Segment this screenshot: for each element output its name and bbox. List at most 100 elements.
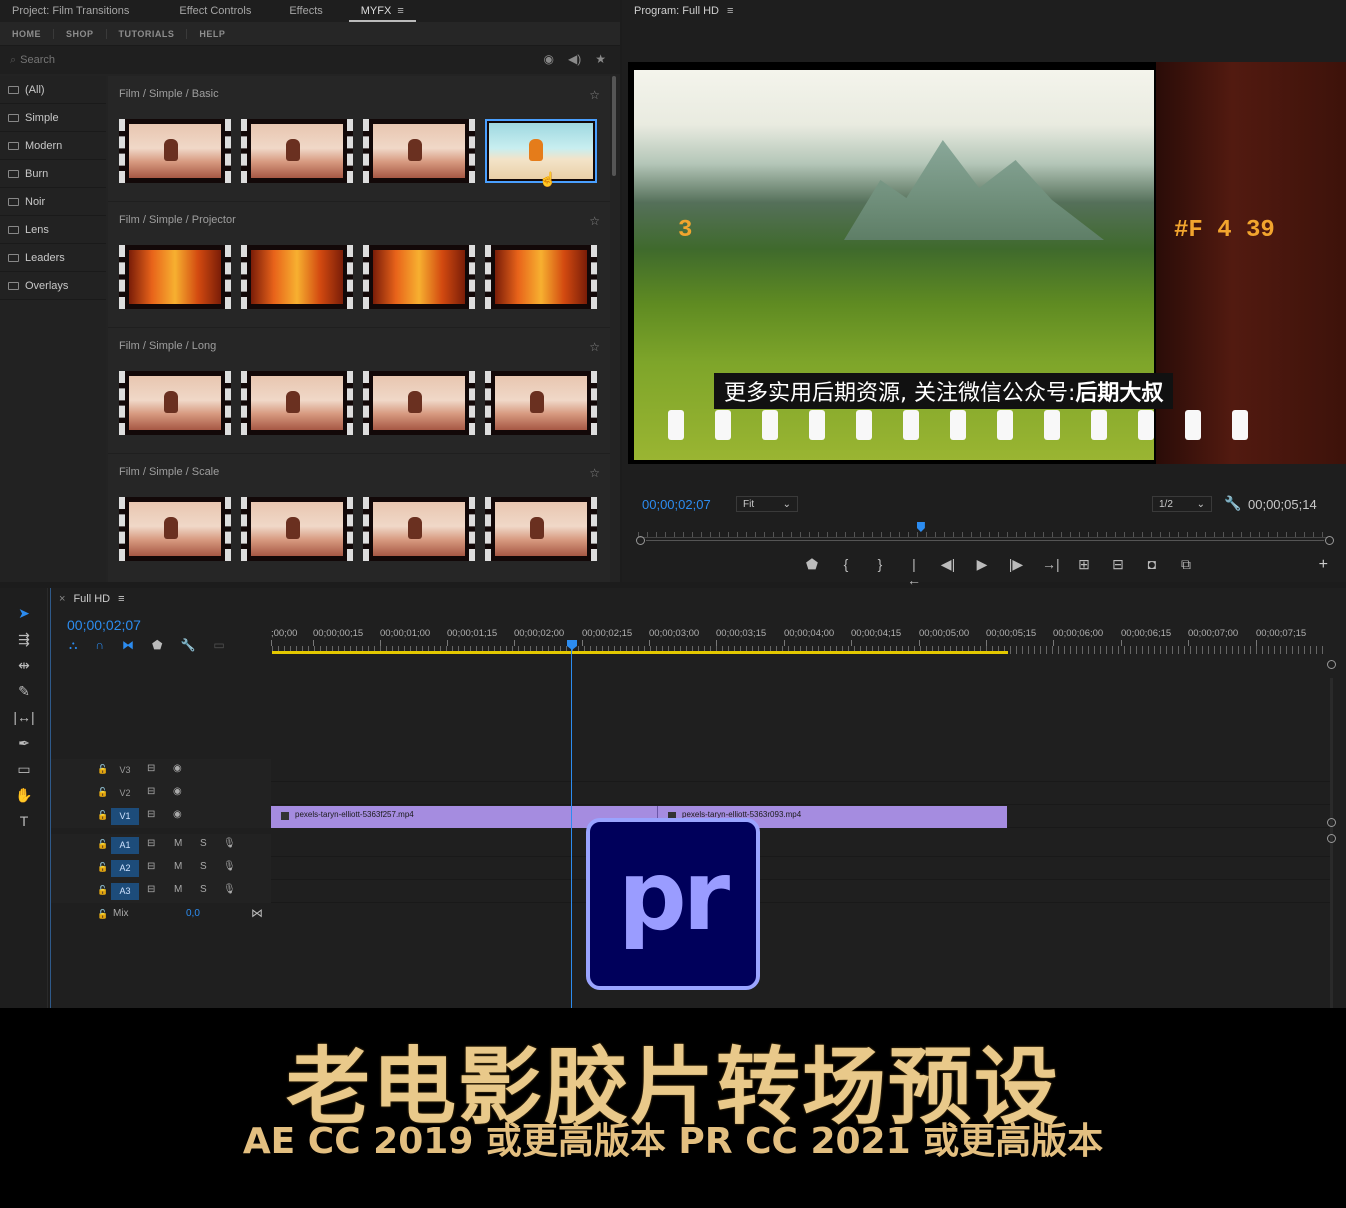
- preview-icon[interactable]: ◉: [544, 52, 554, 66]
- timeline-timecode[interactable]: 00;00;02;07: [67, 617, 141, 633]
- track-name[interactable]: V2: [111, 785, 139, 802]
- nav-shop[interactable]: SHOP: [54, 28, 107, 39]
- sound-icon[interactable]: ◀): [568, 52, 581, 66]
- mix-toggle-icon[interactable]: ⋈: [251, 906, 263, 920]
- timeline-ruler[interactable]: ;00;00 00;00;00;15 00;00;01;00 00;00;01;…: [271, 628, 1331, 646]
- mute-button[interactable]: M: [174, 884, 182, 895]
- preset-thumbnail[interactable]: [485, 245, 597, 309]
- preset-thumbnail[interactable]: [119, 371, 231, 435]
- play-icon[interactable]: ▶: [974, 556, 990, 588]
- favorite-star-icon[interactable]: ☆: [589, 88, 600, 102]
- selection-tool-icon[interactable]: ➤: [0, 600, 48, 626]
- scroll-handle-icon[interactable]: [1327, 818, 1336, 827]
- category-noir[interactable]: Noir: [0, 188, 106, 216]
- favorite-star-icon[interactable]: ☆: [589, 214, 600, 228]
- fit-dropdown[interactable]: Fit ⌄: [736, 496, 798, 512]
- mic-icon[interactable]: 🎙: [223, 838, 236, 849]
- linked-selection-icon[interactable]: ⧓: [122, 638, 134, 653]
- mic-icon[interactable]: 🎙: [223, 884, 236, 895]
- category-all[interactable]: (All): [0, 76, 106, 104]
- lock-icon[interactable]: 🔓: [97, 764, 108, 775]
- slip-tool-icon[interactable]: |↔|: [0, 704, 48, 730]
- mark-out-icon[interactable]: }: [872, 556, 888, 588]
- monitor-zoom-scrollbar[interactable]: [632, 536, 1334, 545]
- solo-button[interactable]: S: [200, 838, 207, 849]
- preset-thumbnail[interactable]: [241, 119, 353, 183]
- panel-menu-icon[interactable]: ≡: [397, 5, 403, 17]
- step-forward-icon[interactable]: |▶: [1008, 556, 1024, 588]
- sync-lock-icon[interactable]: ⊟: [147, 838, 155, 849]
- preset-thumbnail[interactable]: [241, 497, 353, 561]
- lock-icon[interactable]: 🔓: [97, 885, 108, 896]
- monitor-title[interactable]: Program: Full HD ≡: [634, 5, 733, 17]
- razor-tool-icon[interactable]: ✎: [0, 678, 48, 704]
- nest-icon[interactable]: ⛬: [69, 638, 77, 653]
- preset-thumbnail[interactable]: [485, 371, 597, 435]
- nav-home[interactable]: HOME: [0, 28, 54, 39]
- category-modern[interactable]: Modern: [0, 132, 106, 160]
- tab-myfx[interactable]: MYFX ≡: [348, 0, 416, 22]
- mix-value[interactable]: 0,0: [186, 908, 200, 919]
- timeline-settings-icon[interactable]: 🔧: [180, 638, 195, 653]
- solo-button[interactable]: S: [200, 861, 207, 872]
- go-to-in-icon[interactable]: |←: [906, 556, 922, 588]
- lock-icon[interactable]: 🔓: [97, 862, 108, 873]
- scroll-handle-icon[interactable]: [1327, 834, 1336, 843]
- mark-in-icon[interactable]: {: [838, 556, 854, 588]
- monitor-current-timecode[interactable]: 00;00;02;07: [642, 497, 711, 512]
- panel-menu-icon[interactable]: ≡: [727, 5, 733, 17]
- captions-icon[interactable]: ▭: [213, 638, 224, 653]
- lock-icon[interactable]: 🔓: [97, 810, 108, 821]
- eye-icon[interactable]: ◉: [173, 809, 182, 820]
- preset-scrollbar[interactable]: [612, 76, 616, 176]
- sync-lock-icon[interactable]: ⊟: [147, 884, 155, 895]
- track-name[interactable]: A3: [111, 882, 139, 900]
- eye-icon[interactable]: ◉: [173, 786, 182, 797]
- snap-icon[interactable]: ∩: [95, 638, 104, 653]
- add-button-icon[interactable]: +: [1319, 556, 1328, 574]
- nav-help[interactable]: HELP: [187, 29, 237, 39]
- preset-thumbnail[interactable]: [119, 245, 231, 309]
- lock-icon[interactable]: 🔓: [97, 787, 108, 798]
- marker-icon[interactable]: ⬟: [804, 556, 820, 588]
- sync-lock-icon[interactable]: ⊟: [147, 786, 155, 797]
- tab-effect-controls[interactable]: Effect Controls: [167, 5, 263, 17]
- type-tool-icon[interactable]: T: [0, 808, 48, 834]
- wrench-icon[interactable]: 🔧: [1224, 495, 1241, 512]
- track-name[interactable]: A2: [111, 859, 139, 877]
- nav-tutorials[interactable]: TUTORIALS: [107, 28, 188, 39]
- preset-thumbnail[interactable]: [119, 497, 231, 561]
- lift-icon[interactable]: ⊞: [1076, 556, 1092, 588]
- preset-thumbnail-selected[interactable]: ☝: [485, 119, 597, 187]
- eye-icon[interactable]: ◉: [173, 763, 182, 774]
- favorite-star-icon[interactable]: ☆: [589, 466, 600, 480]
- category-burn[interactable]: Burn: [0, 160, 106, 188]
- rectangle-tool-icon[interactable]: ▭: [0, 756, 48, 782]
- tab-project[interactable]: Project: Film Transitions: [0, 5, 141, 17]
- sync-lock-icon[interactable]: ⊟: [147, 763, 155, 774]
- category-simple[interactable]: Simple: [0, 104, 106, 132]
- preset-thumbnail[interactable]: [119, 119, 231, 183]
- preset-thumbnail[interactable]: [485, 497, 597, 561]
- preset-thumbnail[interactable]: [363, 371, 475, 435]
- preset-thumbnail[interactable]: [241, 371, 353, 435]
- add-marker-icon[interactable]: ⬟: [152, 638, 162, 653]
- compare-icon[interactable]: ⧉: [1178, 556, 1194, 588]
- category-overlays[interactable]: Overlays: [0, 272, 106, 300]
- pen-tool-icon[interactable]: ✒: [0, 730, 48, 756]
- mic-icon[interactable]: 🎙: [223, 861, 236, 872]
- preset-thumbnail[interactable]: [241, 245, 353, 309]
- sequence-tab[interactable]: × Full HD ≡: [59, 593, 125, 605]
- category-leaders[interactable]: Leaders: [0, 244, 106, 272]
- resolution-dropdown[interactable]: 1/2 ⌄: [1152, 496, 1212, 512]
- panel-menu-icon[interactable]: ≡: [118, 593, 124, 605]
- favorites-icon[interactable]: ★: [595, 52, 606, 66]
- sync-lock-icon[interactable]: ⊟: [147, 861, 155, 872]
- preset-thumbnail[interactable]: [363, 119, 475, 183]
- search-input[interactable]: [20, 54, 421, 66]
- export-frame-icon[interactable]: ◘: [1144, 556, 1160, 588]
- favorite-star-icon[interactable]: ☆: [589, 340, 600, 354]
- sync-lock-icon[interactable]: ⊟: [147, 809, 155, 820]
- extract-icon[interactable]: ⊟: [1110, 556, 1126, 588]
- ripple-edit-tool-icon[interactable]: ⇹: [0, 652, 48, 678]
